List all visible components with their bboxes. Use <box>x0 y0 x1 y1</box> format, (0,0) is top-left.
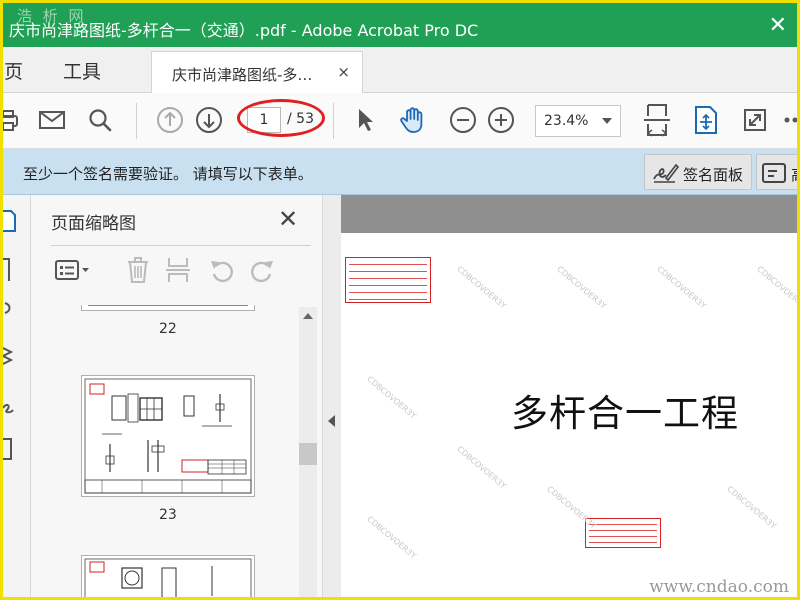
menu-tools[interactable]: 工具 <box>63 57 101 84</box>
thumbnail-page-number: 23 <box>159 507 177 523</box>
panel-collapse-handle[interactable] <box>323 195 341 597</box>
page-gap <box>341 195 797 233</box>
signature-panel-label: 签名面板 <box>683 166 744 184</box>
panel-divider <box>51 245 311 246</box>
fit-page-icon[interactable] <box>639 101 675 141</box>
page-navigator: 1 / 53 <box>237 99 327 137</box>
menu-home[interactable]: 主页 <box>3 57 23 84</box>
pdf-page[interactable]: CDBCOVOER3Y CDBCOVOER3Y CDBCOVOER3Y CDBC… <box>341 233 800 597</box>
document-tab-label: 庆市尚津路图纸-多… <box>172 66 313 84</box>
navigation-rail <box>3 195 31 597</box>
page-thumbnail[interactable] <box>81 305 255 311</box>
chevron-down-icon <box>602 118 612 124</box>
next-page-icon[interactable] <box>192 103 226 137</box>
tab-close-icon[interactable]: × <box>337 63 350 81</box>
page-watermark: CDBCOVOER3Y <box>455 444 508 491</box>
bookmarks-icon[interactable] <box>3 255 23 285</box>
scroll-up-icon[interactable] <box>303 313 313 319</box>
collapse-arrow-icon <box>328 415 335 427</box>
window-title: 庆市尚津路图纸-多杆合一（交通）.pdf - Adobe Acrobat Pro… <box>9 21 479 40</box>
highlight-fields-label: 高 <box>791 164 797 185</box>
page-watermark: CDBCOVOER3Y <box>555 264 608 311</box>
redo-icon[interactable] <box>245 255 279 285</box>
page-watermark: CDBCOVOER3Y <box>455 264 508 311</box>
title-bar: 浩 析 网 庆市尚津路图纸-多杆合一（交通）.pdf - Adobe Acrob… <box>3 3 797 47</box>
document-title: 多杆合一工程 <box>511 392 739 435</box>
zoom-in-icon[interactable] <box>484 103 518 137</box>
page-thumbnail[interactable] <box>81 555 255 597</box>
zoom-select[interactable]: 23.4% <box>535 105 621 137</box>
undo-icon[interactable] <box>205 255 239 285</box>
panel-title: 页面缩略图 <box>51 214 136 234</box>
menu-bar: 主页 工具 庆市尚津路图纸-多… × <box>3 47 797 94</box>
form-fields-icon <box>761 161 787 189</box>
print-icon[interactable] <box>3 103 25 137</box>
hand-tool-icon[interactable] <box>396 103 430 137</box>
search-icon[interactable] <box>83 103 117 137</box>
page-watermark: CDBCOVOER3Y <box>655 264 708 311</box>
prev-page-icon[interactable] <box>153 103 187 137</box>
insert-page-icon[interactable] <box>163 255 193 285</box>
panel-close-icon[interactable]: ✕ <box>278 205 298 233</box>
fullscreen-icon[interactable] <box>738 103 772 137</box>
page-thumbnail-selected[interactable] <box>81 375 255 497</box>
page-watermark: CDBCOVOER3Y <box>365 374 418 421</box>
delete-page-icon[interactable] <box>123 255 153 285</box>
scrollbar-thumb[interactable] <box>299 443 317 465</box>
page-watermark: CDBCOVOER3Y <box>545 484 598 531</box>
page-watermark: CDBCOVOER3Y <box>725 484 778 531</box>
toolbar: 1 / 53 23.4% <box>3 93 797 149</box>
page-thumbnails-icon[interactable] <box>3 205 23 235</box>
select-cursor-icon[interactable] <box>348 103 382 137</box>
toolbar-separator <box>136 103 137 139</box>
signatures-icon[interactable] <box>3 390 23 420</box>
attachments-icon[interactable] <box>3 295 23 325</box>
thumbnail-panel: 页面缩略图 ✕ 22 23 <box>31 195 323 597</box>
more-icon[interactable] <box>777 103 797 137</box>
thumbnail-options-icon[interactable] <box>51 255 95 285</box>
layers-icon[interactable] <box>3 340 23 370</box>
seal-stamp <box>345 257 431 303</box>
window-close-icon[interactable]: ✕ <box>769 13 787 38</box>
signature-notice-bar: 至少一个签名需要验证。 请填写以下表单。 签名面板 高 <box>3 149 797 195</box>
highlight-fields-button[interactable]: 高 <box>756 154 797 190</box>
toolbar-separator <box>333 103 334 139</box>
zoom-out-icon[interactable] <box>446 103 480 137</box>
thumbnail-list: 22 23 <box>51 305 303 597</box>
signature-pen-icon <box>651 159 680 189</box>
content-icon[interactable] <box>3 433 23 463</box>
thumbnail-page-number: 22 <box>159 321 177 337</box>
page-watermark: CDBCOVOER3Y <box>365 514 418 561</box>
zoom-value: 23.4% <box>544 113 589 129</box>
thumbnail-scrollbar[interactable] <box>299 307 317 597</box>
signature-panel-button[interactable]: 签名面板 <box>644 154 752 190</box>
document-view: CDBCOVOER3Y CDBCOVOER3Y CDBCOVOER3Y CDBC… <box>323 195 800 597</box>
highlight-circle <box>237 99 325 137</box>
document-tab[interactable]: 庆市尚津路图纸-多… × <box>151 51 363 94</box>
app-window: 浩 析 网 庆市尚津路图纸-多杆合一（交通）.pdf - Adobe Acrob… <box>0 0 800 600</box>
page-watermark: CDBCOVOER3Y <box>755 264 800 311</box>
notice-text: 至少一个签名需要验证。 请填写以下表单。 <box>23 165 313 183</box>
site-watermark: www.cndao.com <box>649 577 789 597</box>
mail-icon[interactable] <box>35 103 69 137</box>
scroll-mode-icon[interactable] <box>689 103 723 137</box>
